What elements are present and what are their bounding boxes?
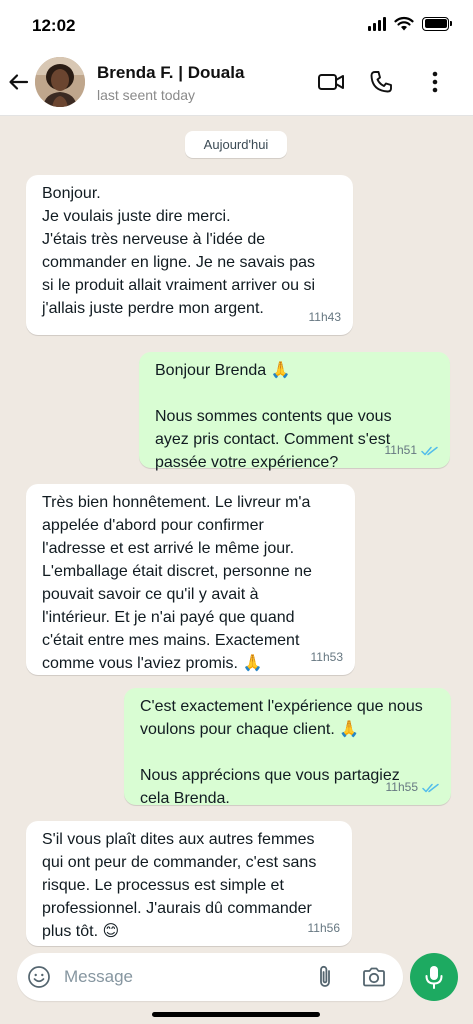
message-bubble-outgoing[interactable]: C'est exactement l'expérience que nous v… (124, 688, 451, 807)
date-separator: Aujourd'hui (185, 131, 287, 158)
message-time: 11h53 (310, 650, 343, 664)
message-bubble-incoming[interactable]: Bonjour. Je voulais juste dire merci. J'… (26, 175, 353, 335)
more-vertical-icon[interactable] (420, 67, 450, 97)
video-call-icon[interactable] (316, 67, 346, 97)
message-meta: 11h55 (386, 776, 439, 799)
microphone-icon (425, 966, 443, 989)
microphone-button[interactable] (410, 953, 458, 1001)
read-receipt-icon (422, 783, 439, 792)
home-indicator[interactable] (152, 1012, 320, 1017)
message-input[interactable]: Message (17, 953, 403, 1001)
wifi-icon (394, 16, 414, 31)
phone-icon[interactable] (366, 67, 396, 97)
message-time: 11h43 (308, 310, 341, 324)
message-meta: 11h53 (311, 646, 343, 669)
battery-icon (422, 16, 452, 31)
emoji-icon[interactable] (27, 965, 51, 989)
message-bubble-incoming[interactable]: Très bien honnêtement. Le livreur m'a ap… (26, 484, 355, 675)
message-time: 11h56 (307, 921, 340, 935)
back-arrow-icon[interactable] (6, 69, 32, 95)
message-text: S'il vous plaît dites aux autres femmes … (42, 831, 317, 940)
status-bar: 12:02 (0, 0, 473, 50)
status-icons (368, 16, 452, 31)
chat-area[interactable]: Aujourd'hui Bonjour. Je voulais juste di… (0, 116, 473, 948)
message-placeholder: Message (64, 967, 133, 986)
message-time: 11h51 (384, 443, 417, 457)
message-meta: 11h56 (308, 917, 340, 940)
contact-name[interactable]: Brenda F. | Douala (97, 63, 244, 83)
read-receipt-icon (421, 446, 438, 455)
chat-header: Brenda F. | Douala last seent today (0, 50, 473, 116)
camera-icon[interactable] (361, 964, 387, 990)
status-time: 12:02 (32, 16, 76, 35)
avatar[interactable] (35, 57, 85, 107)
message-text: Très bien honnêtement. Le livreur m'a ap… (42, 494, 312, 672)
message-meta: 11h51 (385, 439, 438, 462)
message-bubble-incoming[interactable]: S'il vous plaît dites aux autres femmes … (26, 821, 352, 946)
message-bubble-outgoing[interactable]: Bonjour Brenda 🙏 Nous sommes contents qu… (139, 352, 450, 471)
signal-icon (368, 16, 386, 31)
contact-status: last seent today (97, 87, 196, 103)
paperclip-icon[interactable] (313, 964, 337, 990)
message-time: 11h55 (385, 780, 418, 794)
message-meta: 11h43 (309, 306, 341, 329)
message-text: Bonjour. Je voulais juste dire merci. J'… (42, 185, 316, 317)
